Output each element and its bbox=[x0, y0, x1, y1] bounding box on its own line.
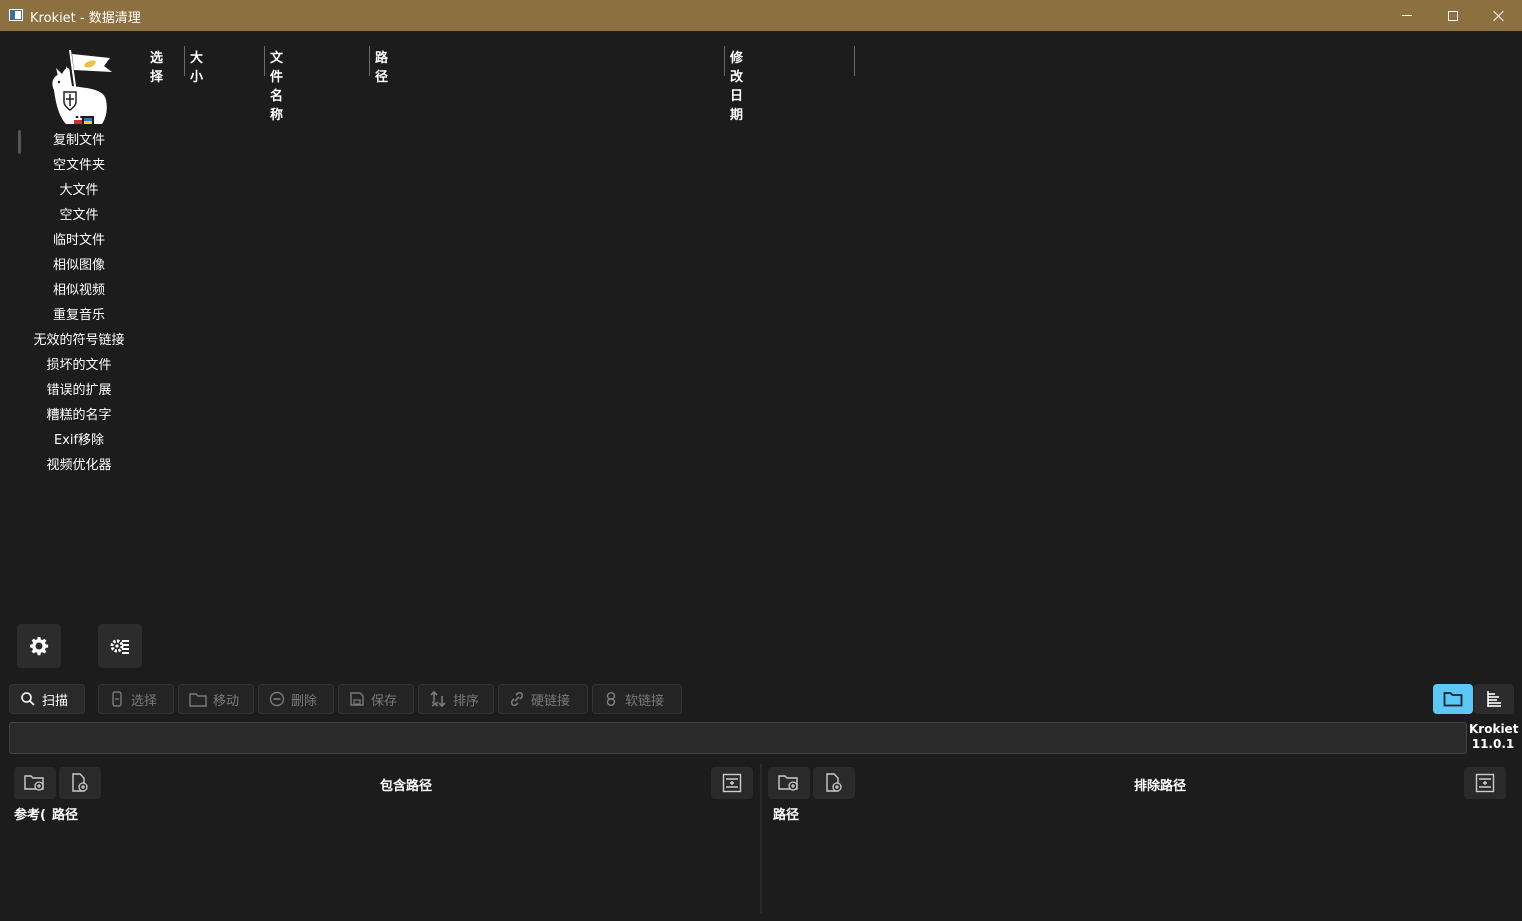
krokiet-logo bbox=[52, 49, 112, 124]
hardlink-button[interactable]: 硬链接 bbox=[498, 684, 588, 714]
maximize-button[interactable] bbox=[1430, 0, 1476, 31]
add-included-folder-button[interactable] bbox=[14, 767, 56, 799]
move-button-label: 移动 bbox=[213, 693, 240, 709]
add-excluded-folder-button[interactable] bbox=[768, 767, 810, 799]
excluded-path-column: 路径 bbox=[773, 808, 800, 823]
maximize-icon bbox=[1448, 10, 1458, 21]
status-bar bbox=[9, 722, 1467, 754]
sidebar-item-bad-names[interactable]: 糟糕的名字 bbox=[18, 403, 140, 428]
tool-settings-button[interactable] bbox=[98, 624, 142, 668]
save-button-label: 保存 bbox=[371, 693, 398, 709]
sidebar-item-big-files[interactable]: 大文件 bbox=[18, 178, 140, 203]
edit-included-paths-button[interactable] bbox=[711, 767, 753, 799]
gear-icon bbox=[30, 637, 49, 656]
sidebar-item-empty-folders[interactable]: 空文件夹 bbox=[18, 153, 140, 178]
scan-button[interactable]: 扫描 bbox=[9, 684, 85, 714]
chain-icon bbox=[606, 692, 616, 706]
sidebar-item-bad-extensions[interactable]: 错误的扩展 bbox=[18, 378, 140, 403]
sidebar-item-empty-files[interactable]: 空文件 bbox=[18, 203, 140, 228]
column-header-file-name[interactable]: 文件名称 bbox=[270, 47, 283, 123]
folder-add-icon bbox=[778, 775, 798, 791]
sidebar-scroll-indicator[interactable] bbox=[18, 130, 21, 154]
search-icon bbox=[21, 692, 35, 706]
delete-button-label: 删除 bbox=[291, 693, 318, 709]
title-bar: Krokiet - 数据清理 bbox=[0, 0, 1522, 31]
sidebar-item-duplicate-music[interactable]: 重复音乐 bbox=[18, 303, 140, 328]
move-button[interactable]: 移动 bbox=[178, 684, 254, 714]
edit-list-icon bbox=[1475, 773, 1495, 793]
sidebar: 复制文件 空文件夹 大文件 空文件 临时文件 相似图像 相似视频 重复音乐 无效… bbox=[18, 128, 140, 478]
column-separator[interactable] bbox=[854, 46, 855, 76]
sidebar-item-video-optimizer[interactable]: 视频优化器 bbox=[18, 453, 140, 478]
sidebar-item-exif-remover[interactable]: Exif移除 bbox=[18, 428, 140, 453]
select-icon bbox=[112, 691, 122, 707]
select-button[interactable]: 选择 bbox=[98, 684, 174, 714]
sort-button-label: 排序 bbox=[453, 693, 480, 709]
link-icon bbox=[510, 691, 524, 707]
edit-list-icon bbox=[722, 773, 742, 793]
column-header-size[interactable]: 大小 bbox=[190, 47, 203, 85]
sort-button[interactable]: 排序 bbox=[418, 684, 494, 714]
included-reference-column: 参考( bbox=[14, 808, 46, 823]
hardlink-button-label: 硬链接 bbox=[531, 693, 571, 709]
add-included-file-button[interactable] bbox=[59, 767, 101, 799]
file-add-icon bbox=[72, 773, 88, 792]
settings-button[interactable] bbox=[17, 624, 61, 668]
sort-icon bbox=[430, 690, 446, 708]
folder-icon bbox=[189, 693, 207, 707]
column-separator[interactable] bbox=[369, 46, 370, 76]
folder-view-button[interactable] bbox=[1433, 684, 1473, 714]
sidebar-item-temporary-files[interactable]: 临时文件 bbox=[18, 228, 140, 253]
delete-icon bbox=[269, 691, 285, 707]
version-number: 11.0.1 bbox=[1471, 737, 1515, 751]
sidebar-item-duplicate-files[interactable]: 复制文件 bbox=[18, 128, 140, 153]
save-button[interactable]: 保存 bbox=[338, 684, 414, 714]
column-header-select[interactable]: 选择 bbox=[150, 47, 163, 85]
window-title: Krokiet - 数据清理 bbox=[30, 11, 141, 26]
column-separator[interactable] bbox=[184, 46, 185, 76]
sidebar-item-broken-files[interactable]: 损坏的文件 bbox=[18, 353, 140, 378]
text-view-button[interactable] bbox=[1474, 684, 1514, 714]
excluded-paths-title: 排除路径 bbox=[1134, 779, 1187, 794]
save-icon bbox=[350, 692, 364, 706]
scan-button-label: 扫描 bbox=[42, 693, 69, 709]
softlink-button[interactable]: 软链接 bbox=[592, 684, 682, 714]
file-add-icon bbox=[826, 773, 842, 792]
delete-button[interactable]: 删除 bbox=[258, 684, 334, 714]
column-header-path[interactable]: 路径 bbox=[375, 47, 388, 85]
app-icon bbox=[9, 9, 23, 21]
add-excluded-file-button[interactable] bbox=[813, 767, 855, 799]
text-lines-icon bbox=[1487, 691, 1501, 707]
sidebar-item-similar-videos[interactable]: 相似视频 bbox=[18, 278, 140, 303]
folder-icon bbox=[1443, 692, 1463, 707]
close-button[interactable] bbox=[1476, 0, 1522, 31]
sidebar-item-invalid-symlinks[interactable]: 无效的符号链接 bbox=[18, 328, 140, 353]
close-icon bbox=[1493, 10, 1505, 22]
edit-excluded-paths-button[interactable] bbox=[1464, 767, 1506, 799]
included-path-column: 路径 bbox=[52, 808, 79, 823]
minimize-button[interactable] bbox=[1384, 0, 1430, 31]
folder-add-icon bbox=[24, 775, 44, 791]
select-button-label: 选择 bbox=[131, 693, 158, 709]
included-paths-title: 包含路径 bbox=[380, 779, 433, 794]
sidebar-item-similar-images[interactable]: 相似图像 bbox=[18, 253, 140, 278]
panel-divider[interactable] bbox=[760, 764, 762, 914]
minimize-icon bbox=[1402, 15, 1412, 16]
app-name: Krokiet bbox=[1469, 722, 1519, 736]
softlink-button-label: 软链接 bbox=[625, 693, 665, 709]
column-header-modified-date[interactable]: 修改日期 bbox=[730, 47, 743, 123]
gear-list-icon bbox=[110, 639, 129, 654]
column-separator[interactable] bbox=[724, 46, 725, 76]
app-version: Krokiet 11.0.1 bbox=[1469, 722, 1519, 752]
column-separator[interactable] bbox=[264, 46, 265, 76]
